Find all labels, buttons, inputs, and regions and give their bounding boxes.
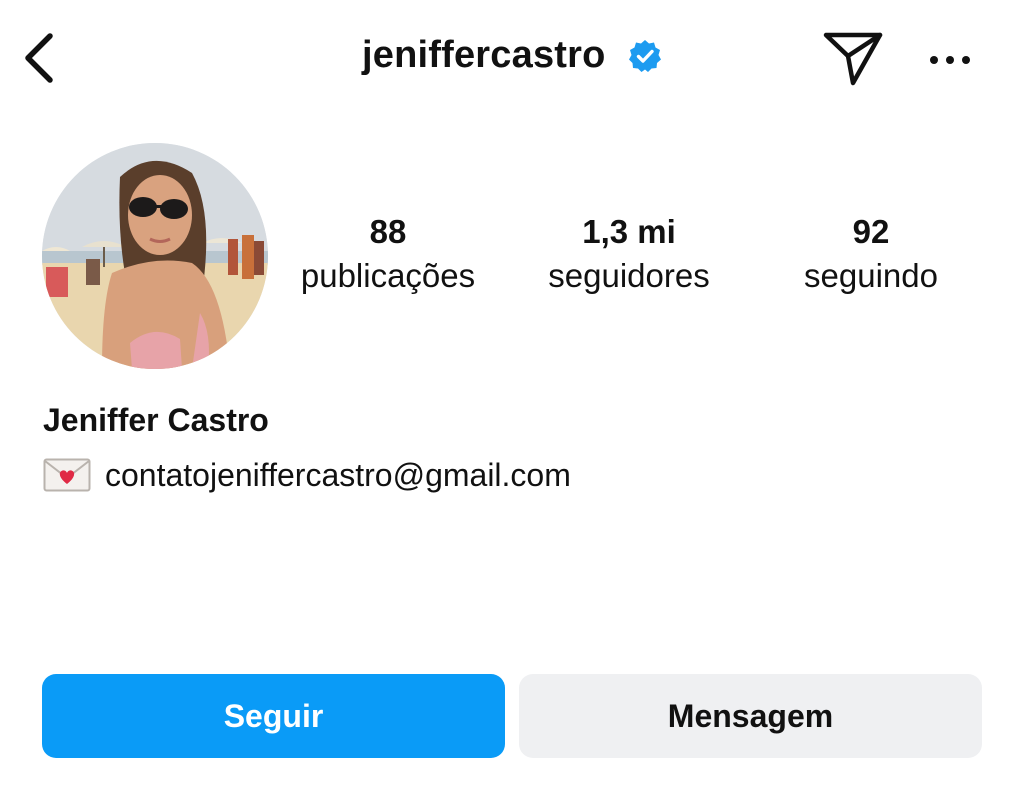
page-title: jeniffercastro (361, 34, 606, 76)
profile-header: jeniffercastro (0, 0, 1024, 120)
following-value: 92 (852, 213, 890, 250)
followers-value: 1,3 mi (582, 213, 676, 250)
message-button[interactable]: Mensagem (519, 674, 982, 758)
share-button[interactable] (823, 30, 883, 86)
paper-plane-icon (823, 32, 883, 86)
bio-email-link[interactable]: contatojeniffercastro@gmail.com (105, 457, 571, 494)
posts-value: 88 (369, 213, 407, 250)
more-horizontal-icon (930, 56, 970, 64)
profile-screen: jeniffercastro 88 publicações 1,3 mi seg… (0, 0, 1024, 807)
posts-count[interactable]: 88 publicações (278, 210, 498, 298)
followers-count[interactable]: 1,3 mi seguidores (519, 210, 739, 298)
love-letter-icon (43, 458, 91, 492)
verified-badge-icon (629, 39, 661, 72)
following-count[interactable]: 92 seguindo (761, 210, 981, 298)
profile-name: Jeniffer Castro (43, 402, 269, 438)
followers-label: seguidores (548, 257, 710, 294)
follow-button[interactable]: Seguir (42, 674, 505, 758)
posts-label: publicações (300, 257, 476, 294)
more-options-button[interactable] (926, 42, 974, 78)
profile-photo (42, 143, 268, 369)
following-label: seguindo (804, 257, 938, 294)
profile-avatar[interactable] (42, 143, 268, 369)
bio-line: contatojeniffercastro@gmail.com (43, 453, 571, 497)
